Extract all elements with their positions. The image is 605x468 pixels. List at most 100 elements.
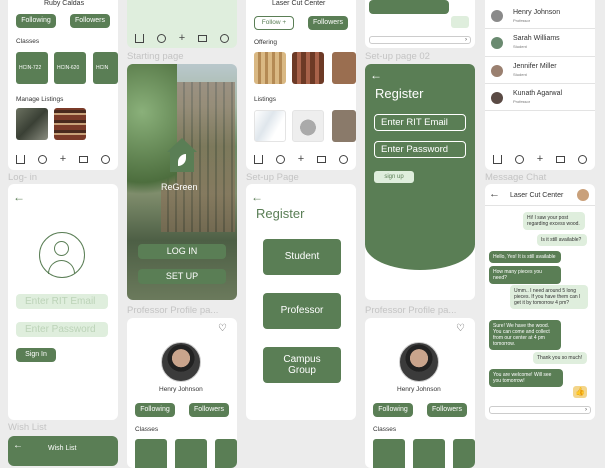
search-icon[interactable]: [38, 154, 48, 164]
starting-screen: ReGreen LOG IN SET UP: [127, 64, 237, 300]
contact-row[interactable]: Sarah Williams Student: [485, 29, 595, 57]
contact-row[interactable]: Kunath Agarwal Professor: [485, 84, 595, 111]
top-button[interactable]: [369, 0, 449, 14]
bottom-nav: +: [10, 152, 116, 166]
setup-page-02-label: Set-up page 02: [365, 51, 430, 62]
followers-button[interactable]: Followers: [70, 14, 110, 28]
profile-icon[interactable]: [100, 154, 110, 164]
class-tile[interactable]: [413, 439, 445, 468]
contact-name: Henry Johnson: [513, 9, 561, 16]
message-chat-label: Message Chat: [485, 172, 547, 183]
followers-button[interactable]: Followers: [308, 16, 348, 30]
add-icon[interactable]: +: [298, 153, 304, 164]
listing-image[interactable]: [292, 110, 324, 142]
following-button[interactable]: Following: [16, 14, 56, 28]
back-arrow-icon[interactable]: ←: [13, 190, 25, 204]
chat-message-sent: Hi! I saw your post regarding excess woo…: [523, 212, 585, 230]
back-arrow-icon[interactable]: ←: [13, 440, 23, 451]
register-title: Register: [256, 206, 305, 221]
mail-icon[interactable]: [555, 155, 565, 163]
listing-image[interactable]: [16, 108, 48, 140]
contact-role: Student: [513, 72, 527, 77]
class-tile[interactable]: [175, 439, 207, 468]
follow-button[interactable]: Follow +: [254, 16, 294, 30]
signup-button[interactable]: sign up: [374, 171, 414, 183]
scrollbar[interactable]: ›: [369, 36, 471, 44]
profile-icon[interactable]: [577, 154, 587, 164]
listing-image[interactable]: [332, 110, 356, 142]
home-icon[interactable]: [135, 33, 145, 43]
mail-icon[interactable]: [197, 34, 207, 42]
offering-image[interactable]: [292, 52, 324, 84]
contact-role: Professor: [513, 18, 531, 23]
profile-icon[interactable]: [219, 33, 229, 43]
wishlist-title: Wish List: [48, 445, 77, 452]
followers-button[interactable]: Followers: [189, 403, 229, 417]
setup-screen-top: ›: [365, 0, 475, 48]
starting-screen-top: +: [127, 0, 237, 48]
email-field[interactable]: Enter RIT Email: [374, 114, 466, 131]
avatar-placeholder-icon: [39, 232, 85, 278]
mail-icon[interactable]: [78, 155, 88, 163]
class-tile[interactable]: [215, 439, 237, 468]
class-tile[interactable]: HCIN-722: [16, 52, 48, 84]
professor-profile-screen: ♡ Henry Johnson Following Followers Clas…: [365, 318, 475, 468]
offering-image[interactable]: [332, 52, 356, 84]
classes-title: Classes: [16, 38, 40, 45]
classes-title: Classes: [373, 426, 397, 433]
starting-page-label: Starting page: [127, 51, 184, 62]
login-button[interactable]: LOG IN: [138, 244, 226, 259]
contact-row[interactable]: Henry Johnson Professor: [485, 4, 595, 29]
class-tile[interactable]: HCIN-620: [54, 52, 86, 84]
student-role-button[interactable]: Student: [263, 239, 341, 275]
search-icon[interactable]: [157, 33, 167, 43]
campus-group-role-button[interactable]: Campus Group: [263, 347, 341, 383]
setup-button[interactable]: SET UP: [138, 269, 226, 284]
chat-message-sent: Umm.. I need around 5 long pieces. If yo…: [510, 285, 588, 309]
heart-icon[interactable]: ♡: [456, 323, 465, 334]
class-tile[interactable]: [135, 439, 167, 468]
add-icon[interactable]: +: [179, 32, 185, 43]
chat-screen: ← Laser Cut Center Hi! I saw your post r…: [485, 184, 595, 420]
heart-icon[interactable]: ♡: [218, 323, 227, 334]
contacts-screen: Henry Johnson Professor Sarah Williams S…: [485, 0, 595, 170]
class-tile[interactable]: [453, 439, 475, 468]
contact-row[interactable]: Jennifer Miller Student: [485, 57, 595, 84]
chat-message-received: You are welcome! Will see you tomorrow!: [489, 369, 563, 387]
signin-button[interactable]: Sign In: [16, 348, 56, 362]
login-screen-label: Log- in: [8, 172, 38, 183]
password-field[interactable]: Enter Password: [374, 141, 466, 158]
contact-name: Sarah Williams: [513, 35, 560, 42]
email-field[interactable]: Enter RIT Email: [16, 294, 108, 309]
add-icon[interactable]: +: [60, 153, 66, 164]
profile-icon[interactable]: [338, 154, 348, 164]
password-field[interactable]: Enter Password: [16, 322, 108, 337]
profile-name: Ruby Caldas: [44, 0, 85, 7]
avatar: [491, 37, 503, 49]
professor-role-button[interactable]: Professor: [263, 293, 341, 329]
following-button[interactable]: Following: [135, 403, 175, 417]
offering-image[interactable]: [254, 52, 286, 84]
search-icon[interactable]: [276, 154, 286, 164]
back-arrow-icon[interactable]: ←: [251, 190, 263, 204]
add-icon[interactable]: +: [537, 153, 543, 164]
back-arrow-icon[interactable]: ←: [489, 188, 500, 200]
home-icon[interactable]: [493, 154, 503, 164]
setup-screen: ← Register Student Professor Campus Grou…: [246, 184, 356, 420]
listings-title: Manage Listings: [16, 96, 64, 103]
class-tile[interactable]: [373, 439, 405, 468]
followers-button[interactable]: Followers: [427, 403, 467, 417]
message-input[interactable]: ›: [489, 406, 591, 414]
back-arrow-icon[interactable]: ←: [370, 68, 382, 82]
register-panel: ← Register Enter RIT Email Enter Passwor…: [365, 64, 475, 270]
listing-image[interactable]: [254, 110, 286, 142]
login-screen: ← Enter RIT Email Enter Password Sign In: [8, 184, 118, 420]
class-tile[interactable]: HCIN: [93, 52, 118, 84]
listing-image[interactable]: [54, 108, 86, 140]
home-icon[interactable]: [16, 154, 26, 164]
following-button[interactable]: Following: [373, 403, 413, 417]
small-button[interactable]: [451, 16, 469, 28]
search-icon[interactable]: [515, 154, 525, 164]
home-icon[interactable]: [254, 154, 264, 164]
mail-icon[interactable]: [316, 155, 326, 163]
